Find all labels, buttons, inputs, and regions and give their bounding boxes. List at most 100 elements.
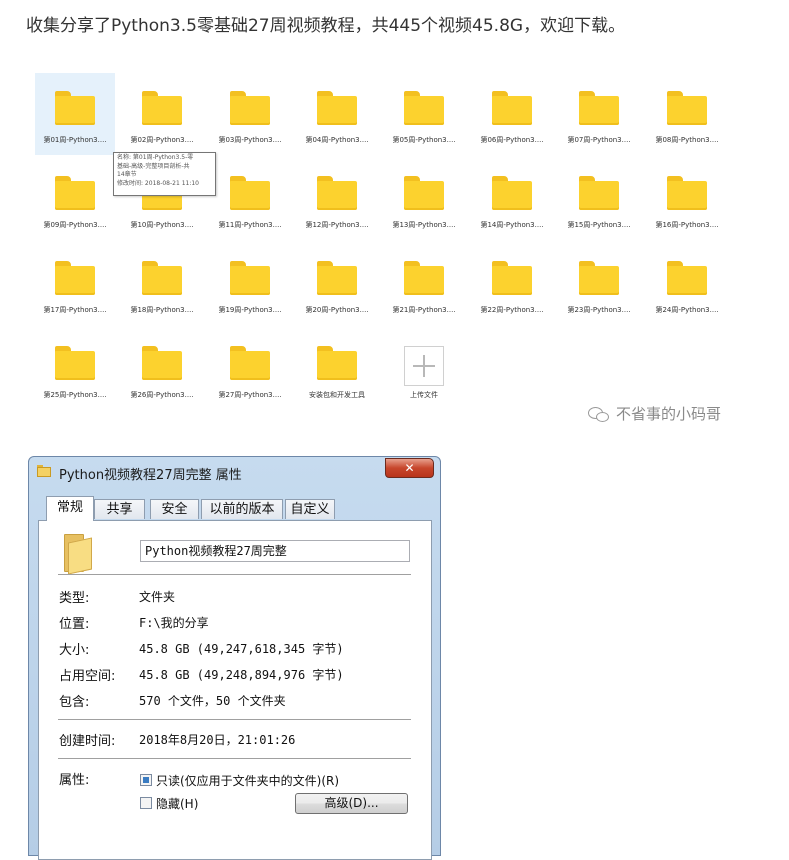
folder-name-field[interactable]: Python视频教程27周完整 bbox=[140, 540, 410, 562]
folder-item[interactable]: 第02周-Python3.... bbox=[122, 73, 202, 155]
folder-label: 第14周-Python3.... bbox=[480, 221, 544, 229]
hidden-label[interactable]: 隐藏(H) bbox=[156, 795, 198, 812]
folder-icon bbox=[142, 261, 182, 295]
folder-icon bbox=[492, 91, 532, 125]
folder-item[interactable]: 第20周-Python3.... bbox=[297, 243, 377, 325]
size-label: 大小: bbox=[59, 643, 90, 658]
folder-label: 第01周-Python3.... bbox=[43, 136, 107, 144]
folder-icon bbox=[317, 346, 357, 380]
folder-item[interactable]: 第14周-Python3.... bbox=[472, 158, 552, 240]
folder-icon bbox=[55, 91, 95, 125]
disk-size-value: 45.8 GB (49,248,894,976 字节) bbox=[139, 668, 344, 682]
folder-label: 第22周-Python3.... bbox=[480, 306, 544, 314]
folder-icon bbox=[579, 261, 619, 295]
divider bbox=[58, 758, 411, 759]
folder-item[interactable]: 第13周-Python3.... bbox=[384, 158, 464, 240]
type-label: 类型: bbox=[59, 591, 90, 606]
upload-button[interactable]: 上传文件 bbox=[384, 328, 464, 410]
folder-item[interactable]: 第06周-Python3.... bbox=[472, 73, 552, 155]
watermark: 不省事的小码哥 bbox=[588, 403, 721, 424]
folder-item[interactable]: 第12周-Python3.... bbox=[297, 158, 377, 240]
folder-icon bbox=[55, 176, 95, 210]
folder-item[interactable]: 第04周-Python3.... bbox=[297, 73, 377, 155]
dialog-title: Python视频教程27周完整 属性 bbox=[59, 468, 242, 483]
folder-label: 第19周-Python3.... bbox=[218, 306, 282, 314]
folder-item[interactable]: 第21周-Python3.... bbox=[384, 243, 464, 325]
location-value: F:\我的分享 bbox=[139, 616, 209, 630]
folder-item[interactable]: 安装包和开发工具 bbox=[297, 328, 377, 410]
folder-label: 第12周-Python3.... bbox=[305, 221, 369, 229]
contains-value: 570 个文件，50 个文件夹 bbox=[139, 694, 286, 708]
folder-label: 第10周-Python3.... bbox=[130, 221, 194, 229]
created-value: 2018年8月20日，21:01:26 bbox=[139, 733, 296, 747]
tooltip-line: 14章节 bbox=[117, 171, 137, 178]
folder-item[interactable]: 第25周-Python3.... bbox=[35, 328, 115, 410]
folder-item[interactable]: 第23周-Python3.... bbox=[559, 243, 639, 325]
folder-icon bbox=[667, 91, 707, 125]
folder-item[interactable]: 第03周-Python3.... bbox=[210, 73, 290, 155]
readonly-checkbox[interactable] bbox=[140, 774, 152, 786]
folder-grid: 第01周-Python3.... 第02周-Python3.... 第03周-Pyt… bbox=[35, 70, 750, 440]
title-bar[interactable]: Python视频教程27周完整 属性 ✕ bbox=[29, 457, 440, 485]
folder-icon bbox=[492, 261, 532, 295]
folder-item[interactable]: 第24周-Python3.... bbox=[647, 243, 727, 325]
tab-customize[interactable]: 自定义 bbox=[285, 499, 335, 519]
readonly-label[interactable]: 只读(仅应用于文件夹中的文件)(R) bbox=[156, 772, 339, 789]
type-value: 文件夹 bbox=[139, 590, 176, 604]
folder-label: 第04周-Python3.... bbox=[305, 136, 369, 144]
divider bbox=[58, 719, 411, 720]
tab-sharing[interactable]: 共享 bbox=[94, 499, 145, 519]
wechat-icon bbox=[588, 406, 610, 422]
folder-label: 第27周-Python3.... bbox=[218, 391, 282, 399]
folder-icon bbox=[492, 176, 532, 210]
hidden-checkbox[interactable] bbox=[140, 797, 152, 809]
folder-icon bbox=[230, 176, 270, 210]
folder-item[interactable]: 第26周-Python3.... bbox=[122, 328, 202, 410]
folder-item[interactable]: 第17周-Python3.... bbox=[35, 243, 115, 325]
tab-general[interactable]: 常规 bbox=[46, 496, 94, 521]
folder-label: 第16周-Python3.... bbox=[655, 221, 719, 229]
folder-label: 第20周-Python3.... bbox=[305, 306, 369, 314]
tooltip-line: 修改时间: 2018-08-21 11:10 bbox=[117, 179, 199, 187]
folder-item[interactable]: 第16周-Python3.... bbox=[647, 158, 727, 240]
folder-icon bbox=[667, 261, 707, 295]
location-label: 位置: bbox=[59, 617, 90, 632]
folder-item[interactable]: 第09周-Python3.... bbox=[35, 158, 115, 240]
folder-icon bbox=[230, 346, 270, 380]
folder-icon bbox=[579, 176, 619, 210]
folder-label: 第09周-Python3.... bbox=[43, 221, 107, 229]
folder-item[interactable]: 第08周-Python3.... bbox=[647, 73, 727, 155]
size-value: 45.8 GB (49,247,618,345 字节) bbox=[139, 642, 344, 656]
folder-icon bbox=[579, 91, 619, 125]
folder-label: 第08周-Python3.... bbox=[655, 136, 719, 144]
folder-label: 第23周-Python3.... bbox=[567, 306, 631, 314]
folder-item[interactable]: 第27周-Python3.... bbox=[210, 328, 290, 410]
folder-item[interactable]: 第01周-Python3.... bbox=[35, 73, 115, 155]
plus-icon bbox=[404, 346, 444, 386]
folder-item[interactable]: 第15周-Python3.... bbox=[559, 158, 639, 240]
tab-security[interactable]: 安全 bbox=[150, 499, 199, 519]
close-button[interactable]: ✕ bbox=[385, 458, 434, 478]
upload-label: 上传文件 bbox=[410, 391, 438, 399]
attributes-label: 属性: bbox=[59, 773, 90, 788]
folder-item[interactable]: 第11周-Python3.... bbox=[210, 158, 290, 240]
folder-item[interactable]: 第19周-Python3.... bbox=[210, 243, 290, 325]
folder-item[interactable]: 第07周-Python3.... bbox=[559, 73, 639, 155]
folder-label: 第06周-Python3.... bbox=[480, 136, 544, 144]
folder-icon bbox=[142, 91, 182, 125]
tab-previous-versions[interactable]: 以前的版本 bbox=[201, 499, 283, 519]
divider bbox=[58, 574, 411, 575]
folder-label: 第18周-Python3.... bbox=[130, 306, 194, 314]
folder-label: 第25周-Python3.... bbox=[43, 391, 107, 399]
folder-icon bbox=[667, 176, 707, 210]
folder-item[interactable]: 第05周-Python3.... bbox=[384, 73, 464, 155]
folder-icon bbox=[142, 346, 182, 380]
advanced-button[interactable]: 高级(D)... bbox=[295, 793, 408, 814]
folder-icon bbox=[230, 91, 270, 125]
folder-label: 第11周-Python3.... bbox=[218, 221, 282, 229]
folder-item[interactable]: 第22周-Python3.... bbox=[472, 243, 552, 325]
folder-item[interactable]: 第18周-Python3.... bbox=[122, 243, 202, 325]
contains-label: 包含: bbox=[59, 695, 90, 710]
folder-label: 第21周-Python3.... bbox=[392, 306, 456, 314]
folder-label: 第24周-Python3.... bbox=[655, 306, 719, 314]
